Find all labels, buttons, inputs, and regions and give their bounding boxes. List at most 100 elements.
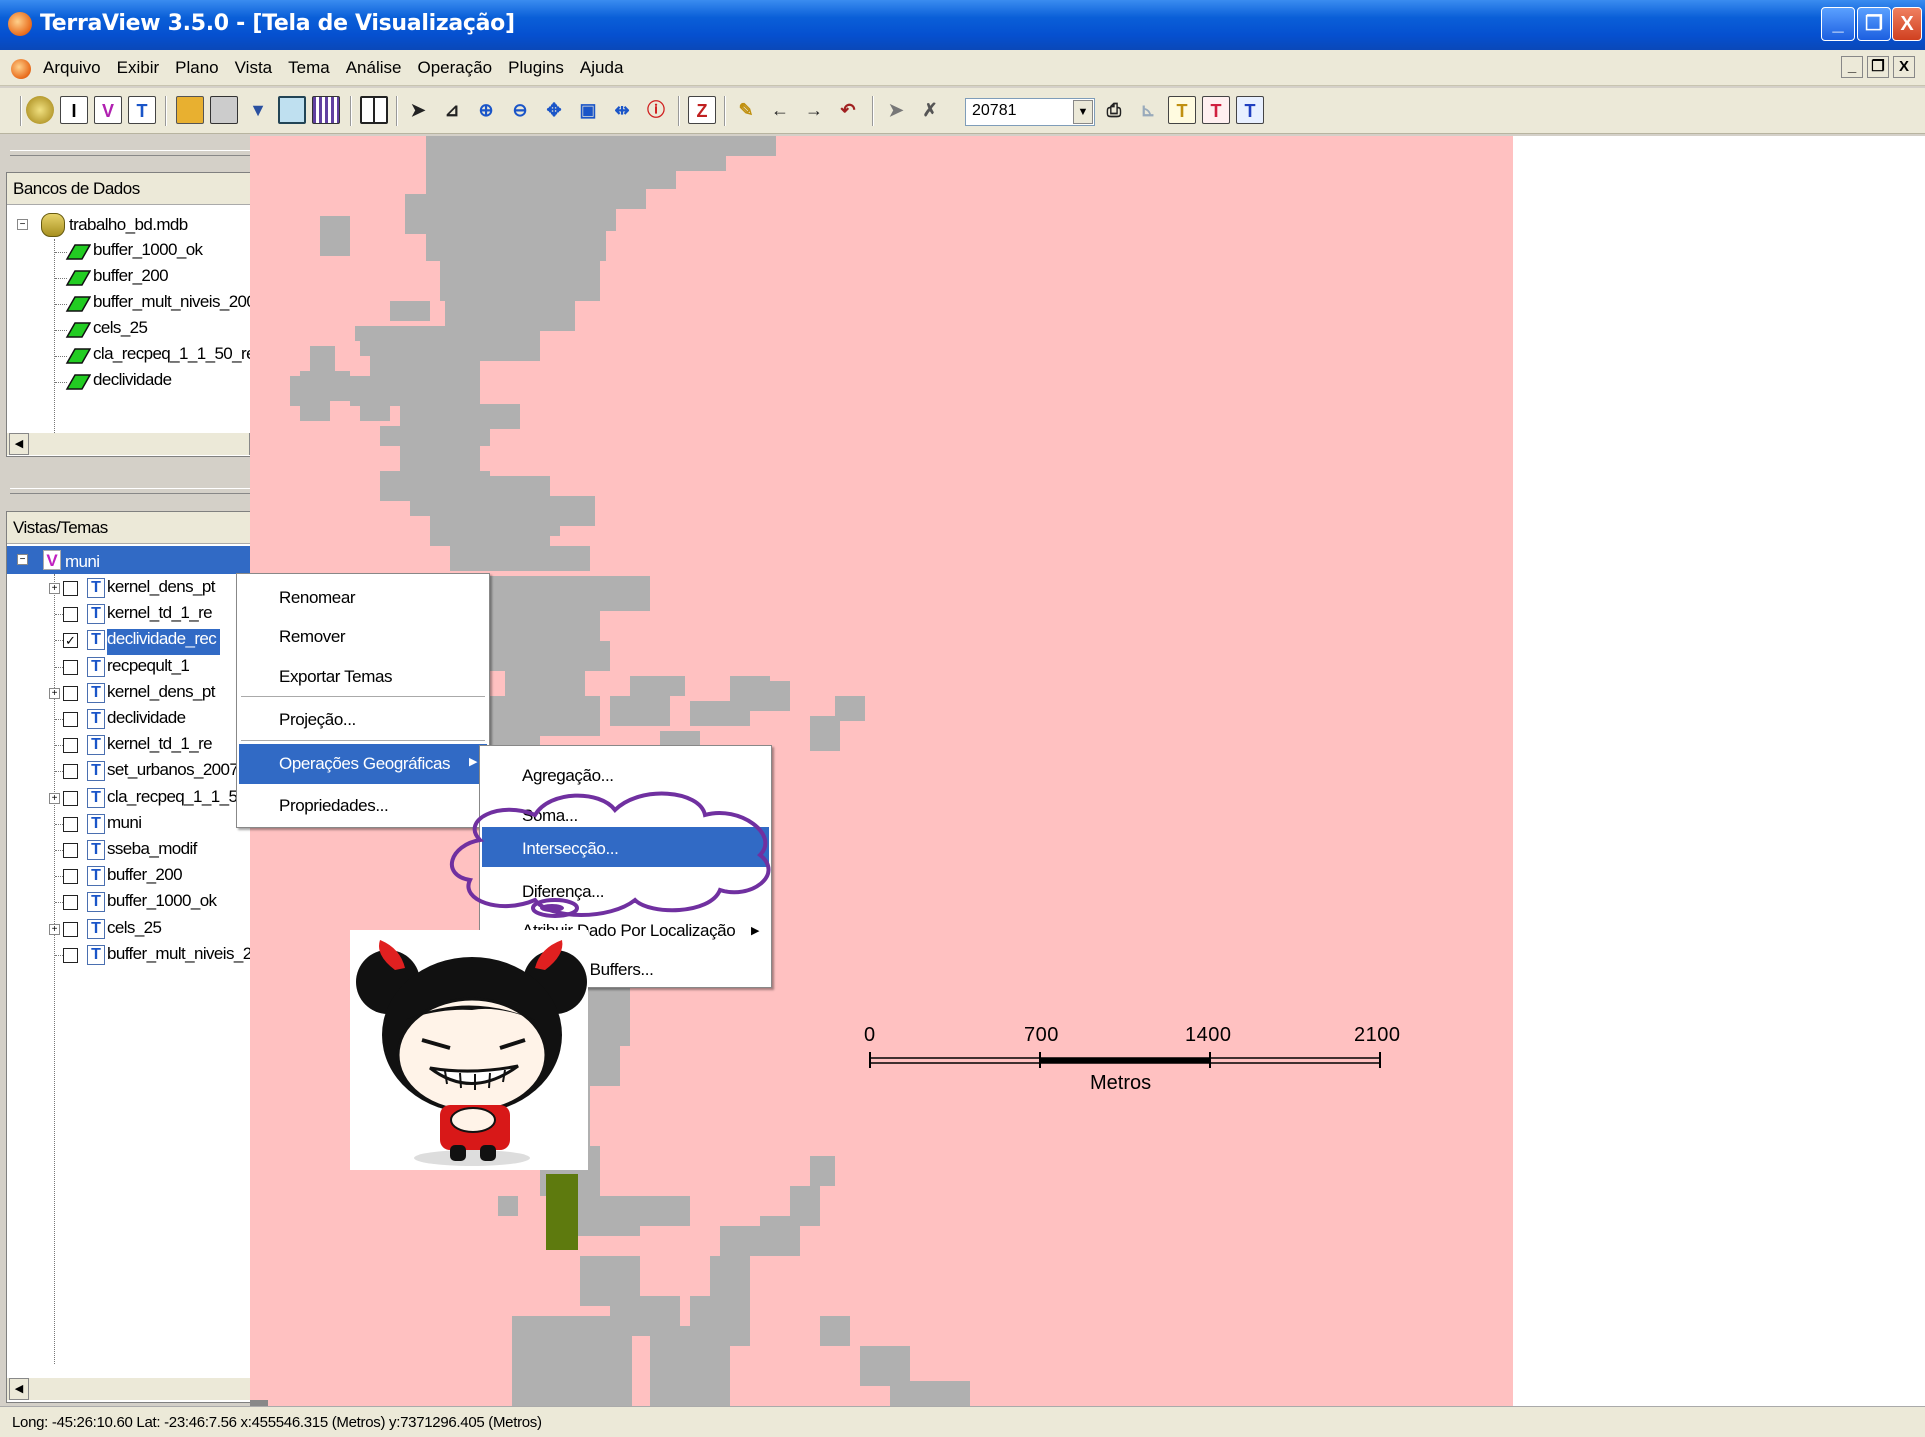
expand-icon[interactable]: + <box>49 792 60 804</box>
zoom-area-icon[interactable]: ▣ <box>574 96 602 124</box>
theme-item[interactable]: kernel_dens_pt <box>107 682 215 708</box>
theme-item[interactable]: kernel_td_1_re <box>107 603 213 629</box>
pan-icon[interactable]: ✥ <box>540 96 568 124</box>
theme-item[interactable]: declividade <box>107 708 186 734</box>
theme-item[interactable]: recpeqult_1 <box>107 656 190 682</box>
collapse-icon[interactable]: − <box>17 554 28 565</box>
menu-ajuda[interactable]: Ajuda <box>577 58 626 78</box>
back-icon[interactable]: ← <box>766 96 794 124</box>
menu-exibir[interactable]: Exibir <box>114 58 163 78</box>
mdi-close-button[interactable]: X <box>1893 56 1915 78</box>
database-layer-item[interactable]: buffer_1000_ok <box>93 240 203 266</box>
collapse-icon[interactable]: − <box>17 219 28 230</box>
theme-item[interactable]: buffer_mult_niveis_200 <box>107 944 270 970</box>
menu-item-renomear[interactable]: Renomear <box>239 580 487 616</box>
theme-item[interactable]: buffer_200 <box>107 865 183 891</box>
menu-item-operacoes-geograficas[interactable]: Operações Geográficas ▶ <box>239 744 487 784</box>
menu-vista[interactable]: Vista <box>232 58 276 78</box>
grid-icon[interactable] <box>312 96 340 124</box>
zoom-fit-icon[interactable]: ⇹ <box>608 96 636 124</box>
legend-icon[interactable]: ⊾ <box>1134 96 1162 124</box>
edit-icon[interactable]: Z <box>688 96 716 124</box>
theme-visibility-checkbox[interactable] <box>63 738 78 754</box>
info-icon[interactable]: ⓘ <box>642 96 670 124</box>
theme-visibility-checkbox[interactable]: ✓ <box>63 633 78 649</box>
scroll-left-icon[interactable]: ◀ <box>9 1378 29 1400</box>
menu-plugins[interactable]: Plugins <box>505 58 567 78</box>
database-layer-item[interactable]: buffer_200 <box>93 266 169 292</box>
theme-visibility-checkbox[interactable] <box>63 607 78 623</box>
document-icon[interactable] <box>11 59 31 79</box>
zoom-out-icon[interactable]: ⊖ <box>506 96 534 124</box>
chevron-down-icon[interactable]: ▼ <box>1073 100 1093 124</box>
infolayer-icon[interactable]: I <box>60 96 88 124</box>
theme-item[interactable]: buffer_1000_ok <box>107 891 217 917</box>
database-layer-item[interactable]: cla_recpeq_1_1_50_rec <box>93 344 263 370</box>
menu-item-exportar-temas[interactable]: Exportar Temas <box>239 659 487 695</box>
menu-item-label: Operações Geográficas <box>279 754 451 773</box>
theme-visibility-checkbox[interactable] <box>63 790 78 806</box>
menu-tema[interactable]: Tema <box>285 58 333 78</box>
database-root[interactable]: trabalho_bd.mdb <box>69 215 188 241</box>
save-icon[interactable] <box>210 96 238 124</box>
menu-operacao[interactable]: Operação <box>414 58 495 78</box>
database-layer-item[interactable]: cels_25 <box>93 318 148 344</box>
theme-visibility-checkbox[interactable] <box>63 895 78 911</box>
display-icon[interactable] <box>278 96 306 124</box>
menu-item-projecao[interactable]: Projeção... <box>239 702 487 738</box>
delete-icon[interactable]: ✗ <box>916 96 944 124</box>
menu-arquivo[interactable]: Arquivo <box>40 58 104 78</box>
select-icon[interactable]: ➤ <box>882 96 910 124</box>
view-muni[interactable]: muni <box>65 552 100 578</box>
menu-plano[interactable]: Plano <box>172 58 221 78</box>
zoom-in-icon[interactable]: ⊕ <box>472 96 500 124</box>
pencil-icon[interactable]: ✎ <box>732 96 760 124</box>
expand-icon[interactable]: + <box>49 687 60 699</box>
theme-item[interactable]: kernel_dens_pt <box>107 577 215 603</box>
expand-icon[interactable]: + <box>49 923 60 935</box>
filter-icon[interactable]: ▼ <box>244 96 272 124</box>
databases-hscrollbar[interactable] <box>7 433 277 455</box>
theme-visibility-checkbox[interactable] <box>63 869 78 885</box>
theme-visibility-checkbox[interactable] <box>63 947 78 963</box>
scale-combobox[interactable]: 20781 ▼ <box>965 98 1095 126</box>
forward-icon[interactable]: → <box>800 96 828 124</box>
table-icon[interactable] <box>360 96 388 124</box>
scroll-left-icon[interactable]: ◀ <box>9 433 29 455</box>
mdi-minimize-button[interactable]: _ <box>1841 56 1863 78</box>
menu-analise[interactable]: Análise <box>343 58 405 78</box>
cursor-icon[interactable]: ⊿ <box>438 96 466 124</box>
theme-item[interactable]: kernel_td_1_re <box>107 734 213 760</box>
menu-item-remover[interactable]: Remover <box>239 619 487 655</box>
theme-item[interactable]: cels_25 <box>107 918 162 944</box>
minimize-button[interactable]: _ <box>1821 7 1855 41</box>
text-icon[interactable]: T <box>1168 96 1196 124</box>
theme-item[interactable]: set_urbanos_2007 <box>107 760 239 786</box>
mdi-restore-button[interactable]: ❐ <box>1867 56 1889 78</box>
theme-item[interactable]: declividade_rec <box>107 629 221 656</box>
font-icon[interactable]: T <box>1202 96 1230 124</box>
theme-icon[interactable]: T <box>128 96 156 124</box>
print-icon[interactable]: ⎙ <box>1100 96 1128 124</box>
database-icon[interactable] <box>26 96 54 124</box>
undo-icon[interactable]: ↶ <box>834 96 862 124</box>
theme-visibility-checkbox[interactable] <box>63 712 78 727</box>
restore-button[interactable]: ❐ <box>1857 7 1891 41</box>
view-text-icon[interactable]: T <box>1236 96 1264 124</box>
theme-visibility-checkbox[interactable] <box>63 816 78 832</box>
expand-icon[interactable]: + <box>49 583 60 594</box>
view-icon[interactable]: V <box>94 96 122 124</box>
close-button[interactable]: X <box>1892 7 1922 41</box>
theme-visibility-checkbox[interactable] <box>63 685 78 701</box>
database-layer-item[interactable]: buffer_mult_niveis_200 <box>93 292 256 318</box>
theme-visibility-checkbox[interactable] <box>63 921 78 937</box>
theme-visibility-checkbox[interactable] <box>63 764 78 780</box>
theme-item[interactable]: muni <box>107 813 142 839</box>
theme-visibility-checkbox[interactable] <box>63 659 78 675</box>
theme-visibility-checkbox[interactable] <box>63 843 78 858</box>
theme-visibility-checkbox[interactable] <box>63 581 78 596</box>
import-icon[interactable] <box>176 96 204 124</box>
pointer-icon[interactable]: ➤ <box>404 96 432 124</box>
database-layer-item[interactable]: declividade <box>93 370 172 396</box>
theme-item[interactable]: sseba_modif <box>107 839 197 865</box>
